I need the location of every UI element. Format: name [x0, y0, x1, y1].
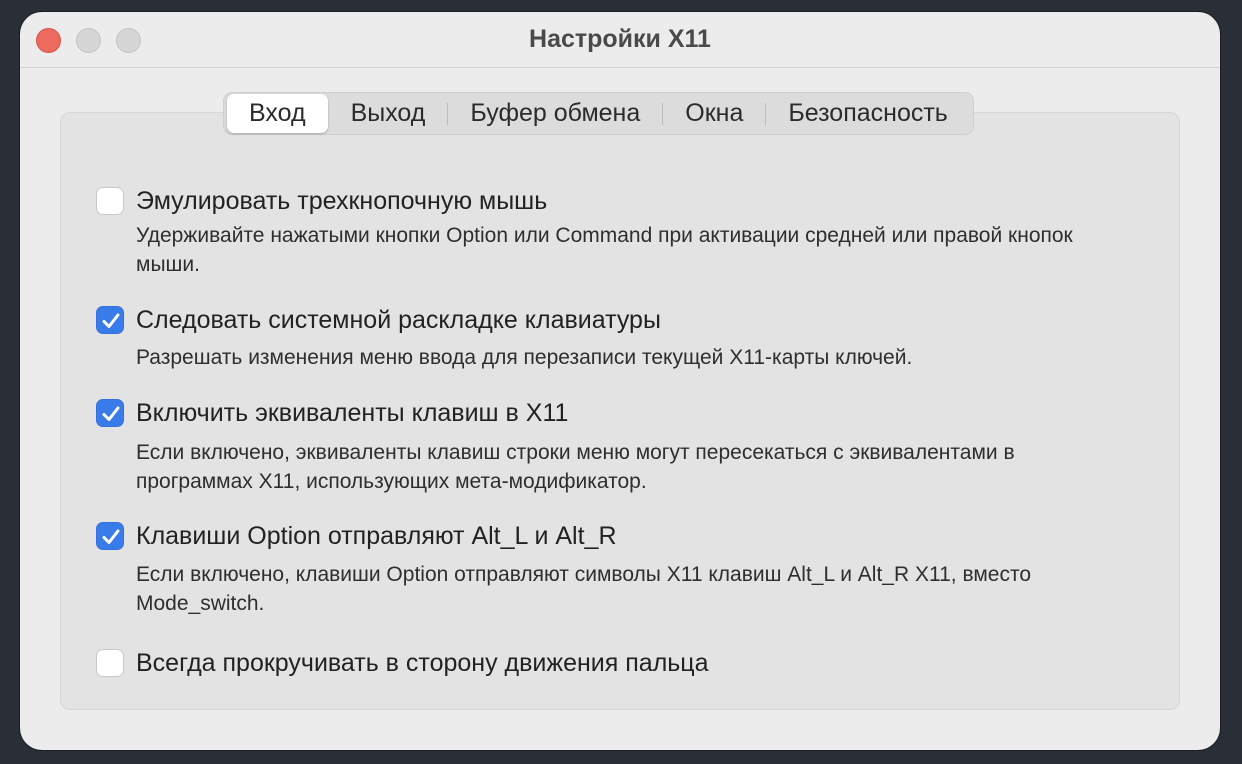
- option-label[interactable]: Клавиши Option отправляют Alt_L и Alt_R: [136, 522, 617, 551]
- checkmark-icon: [102, 406, 120, 421]
- window-title: Настройки X11: [529, 25, 711, 53]
- preferences-window: Настройки X11 Вход Выход Буфер обмена Ок…: [20, 12, 1220, 750]
- option-description: Разрешать изменения меню ввода для перез…: [136, 346, 913, 369]
- checkbox-emulate-three-button-mouse[interactable]: [96, 187, 124, 215]
- tab-clipboard[interactable]: Буфер обмена: [448, 94, 662, 133]
- tab-security[interactable]: Безопасность: [766, 94, 969, 133]
- tab-bar: Вход Выход Буфер обмена Окна Безопасност…: [223, 92, 974, 135]
- checkbox-option-keys-send-alt[interactable]: [96, 522, 124, 550]
- option-label[interactable]: Включить эквиваленты клавиш в X11: [136, 399, 568, 428]
- checkbox-enable-key-equivalents[interactable]: [96, 399, 124, 427]
- option-label[interactable]: Следовать системной раскладке клавиатуры: [136, 306, 661, 335]
- checkbox-natural-scrolling[interactable]: [96, 649, 124, 677]
- tab-windows[interactable]: Окна: [663, 94, 765, 133]
- checkmark-icon: [102, 529, 120, 544]
- tab-input[interactable]: Вход: [227, 94, 328, 133]
- option-description: Если включено, клавиши Option отправляют…: [136, 563, 1032, 615]
- option-description: Если включено, эквиваленты клавиш строки…: [136, 441, 1015, 493]
- checkbox-follow-system-keyboard-layout[interactable]: [96, 306, 124, 334]
- tab-output[interactable]: Выход: [329, 94, 448, 133]
- option-label[interactable]: Эмулировать трехкнопочную мышь: [136, 187, 547, 216]
- checkmark-icon: [102, 313, 120, 328]
- option-label[interactable]: Всегда прокручивать в сторону движения п…: [136, 649, 709, 678]
- title-bar: Настройки X11: [20, 12, 1220, 68]
- option-description: Удерживайте нажатыми кнопки Option или C…: [136, 224, 1073, 276]
